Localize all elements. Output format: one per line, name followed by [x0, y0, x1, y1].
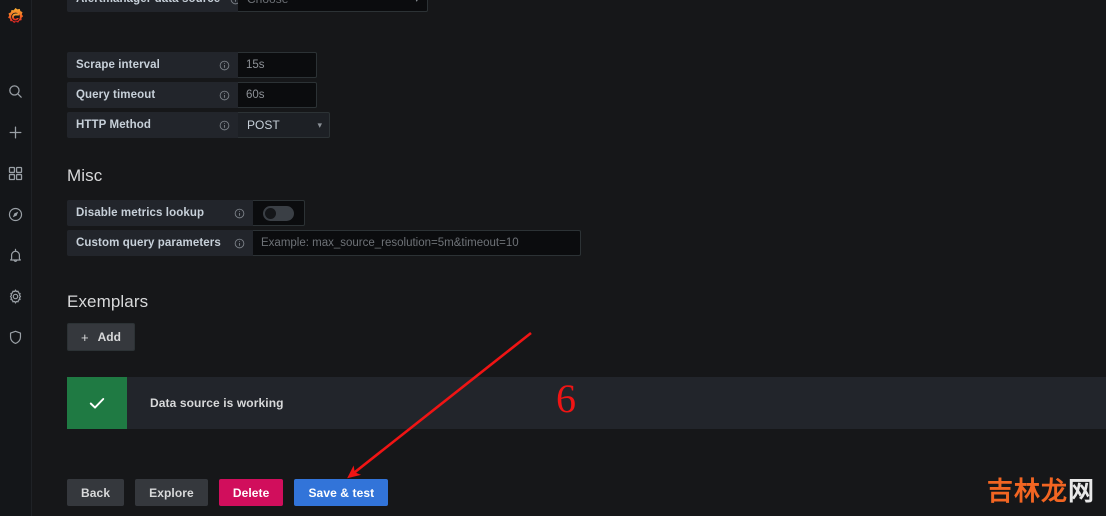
custom-query-parameters-input[interactable]: Example: max_source_resolution=5m&timeou…	[253, 230, 581, 256]
scrape-interval-row: Scrape interval 15s	[67, 52, 330, 78]
toggle-knob	[265, 207, 276, 219]
left-nav-sidebar	[0, 0, 32, 516]
explore-button[interactable]: Explore	[135, 479, 208, 506]
http-settings-block: Scrape interval 15s Query timeout 60s HT…	[67, 52, 330, 142]
query-timeout-row: Query timeout 60s	[67, 82, 330, 108]
misc-section: Misc Disable metrics lookup Custom query…	[67, 166, 581, 260]
disable-metrics-lookup-label-text: Disable metrics lookup	[76, 207, 205, 219]
alert-icon-box	[67, 377, 127, 429]
exemplars-section: Exemplars + Add	[67, 292, 148, 351]
back-button[interactable]: Back	[67, 479, 125, 506]
info-icon[interactable]	[234, 238, 245, 249]
alert-message: Data source is working	[150, 396, 284, 410]
misc-section-title: Misc	[67, 166, 103, 185]
chevron-down-icon: ▾	[317, 119, 322, 130]
sidebar-item-dashboards[interactable]	[0, 153, 32, 194]
custom-query-parameters-label-text: Custom query parameters	[76, 237, 221, 249]
grafana-logo-icon[interactable]	[0, 1, 32, 33]
disable-metrics-lookup-label: Disable metrics lookup	[67, 200, 253, 226]
info-icon[interactable]	[219, 60, 230, 71]
plus-icon	[9, 126, 22, 139]
http-method-value: POST	[247, 118, 280, 132]
save-and-test-button[interactable]: Save & test	[294, 479, 389, 506]
watermark-white-text: 网	[1067, 476, 1095, 506]
scrape-interval-value: 15s	[246, 59, 265, 71]
alerting-bell-icon	[10, 248, 21, 262]
sidebar-item-search[interactable]	[0, 71, 32, 112]
disable-metrics-lookup-toggle[interactable]	[263, 205, 294, 221]
sidebar-item-server-admin[interactable]	[0, 317, 32, 358]
query-timeout-input[interactable]: 60s	[238, 82, 317, 108]
watermark: 吉林龙网	[987, 478, 1095, 504]
chevron-down-icon: ▾	[414, 0, 419, 5]
alertmanager-datasource-row: Alertmanager data source Choose ▾	[67, 0, 428, 12]
sidebar-item-alerting[interactable]	[0, 235, 32, 276]
alertmanager-datasource-label: Alertmanager data source	[67, 0, 241, 12]
info-icon[interactable]	[219, 90, 230, 101]
sidebar-item-configuration[interactable]	[0, 276, 32, 317]
delete-button[interactable]: Delete	[218, 479, 284, 506]
search-icon	[9, 85, 22, 98]
datasource-settings-content: Alertmanager data source Choose ▾ Scrape…	[33, 0, 1106, 516]
check-icon	[89, 398, 105, 409]
explore-compass-icon	[8, 207, 23, 222]
add-exemplar-button[interactable]: + Add	[67, 323, 135, 351]
sidebar-item-explore[interactable]	[0, 194, 32, 235]
query-timeout-value: 60s	[246, 89, 265, 101]
scrape-interval-label: Scrape interval	[67, 52, 238, 78]
plus-icon: +	[81, 329, 89, 345]
server-admin-shield-icon	[9, 330, 22, 345]
scrape-interval-label-text: Scrape interval	[76, 59, 160, 71]
custom-query-parameters-label: Custom query parameters	[67, 230, 253, 256]
grafana-datasource-settings-page: Alertmanager data source Choose ▾ Scrape…	[0, 0, 1106, 516]
disable-metrics-lookup-toggle-cell[interactable]	[253, 200, 305, 226]
custom-query-parameters-placeholder: Example: max_source_resolution=5m&timeou…	[261, 237, 519, 249]
footer-button-group: Back Explore Delete Save & test	[67, 479, 389, 506]
scrape-interval-input[interactable]: 15s	[238, 52, 317, 78]
exemplars-section-title: Exemplars	[67, 292, 149, 311]
configuration-gear-icon	[9, 289, 22, 304]
datasource-test-alert: Data source is working	[67, 377, 1106, 429]
http-method-row: HTTP Method POST ▾	[67, 112, 330, 138]
sidebar-item-create[interactable]	[0, 112, 32, 153]
custom-query-parameters-row: Custom query parameters Example: max_sou…	[67, 230, 581, 256]
query-timeout-label: Query timeout	[67, 82, 238, 108]
info-icon[interactable]	[234, 208, 245, 219]
alertmanager-datasource-value: Choose	[247, 0, 288, 6]
info-icon[interactable]	[219, 120, 230, 131]
disable-metrics-lookup-row: Disable metrics lookup	[67, 200, 581, 226]
http-method-label-text: HTTP Method	[76, 119, 151, 131]
http-method-label: HTTP Method	[67, 112, 238, 138]
dashboards-grid-icon	[8, 166, 23, 181]
alertmanager-datasource-label-text: Alertmanager data source	[76, 0, 220, 5]
http-method-select[interactable]: POST ▾	[238, 112, 330, 138]
query-timeout-label-text: Query timeout	[76, 89, 156, 101]
add-exemplar-button-label: Add	[97, 330, 121, 344]
watermark-orange-text: 吉林龙	[986, 476, 1068, 506]
alertmanager-datasource-select[interactable]: Choose ▾	[238, 0, 428, 12]
